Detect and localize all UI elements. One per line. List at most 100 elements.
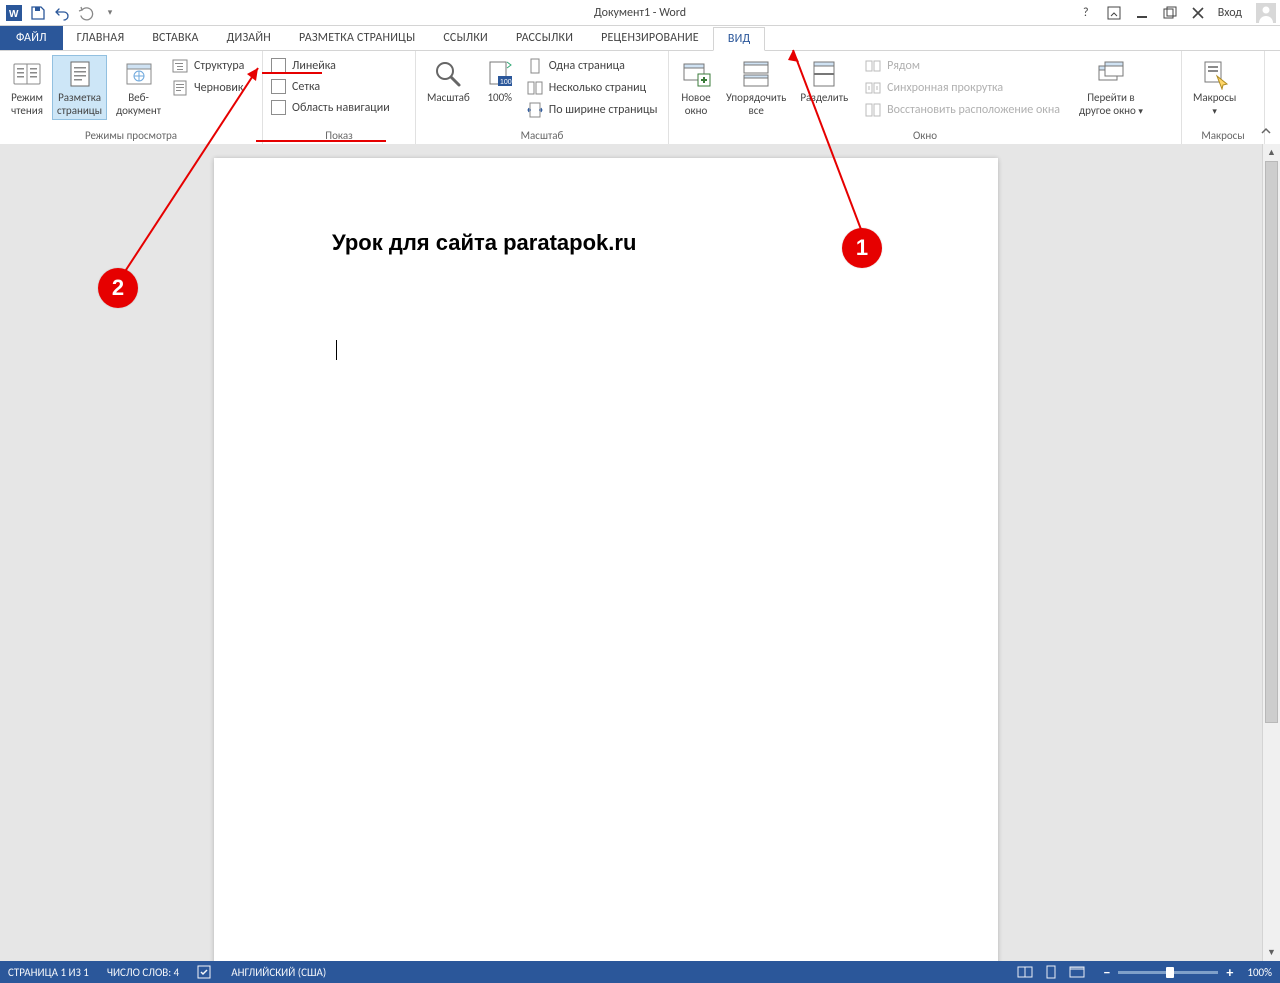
web-layout-button[interactable]: Веб- документ <box>111 55 166 120</box>
group-macros: Макросы▾ Макросы <box>1182 51 1265 145</box>
outline-button[interactable]: Структура <box>170 57 246 75</box>
group-views: Режим чтения Разметка страницы Веб- доку… <box>0 51 263 145</box>
qat-customize-icon[interactable]: ▾ <box>102 5 118 21</box>
zoom-icon <box>432 58 464 90</box>
macros-button[interactable]: Макросы▾ <box>1188 55 1241 120</box>
zoom-slider-thumb[interactable] <box>1166 967 1174 978</box>
outline-icon <box>172 58 188 74</box>
zoom-button[interactable]: Масштаб <box>422 55 475 108</box>
close-icon[interactable] <box>1190 5 1206 21</box>
reset-position-button[interactable]: Восстановить расположение окна <box>863 101 1062 119</box>
sign-in-link[interactable]: Вход <box>1218 6 1242 20</box>
draft-button[interactable]: Черновик <box>170 79 246 97</box>
document-body-text[interactable]: Урок для сайта paratapok.ru <box>332 230 636 256</box>
sync-scroll-button[interactable]: Синхронная прокрутка <box>863 79 1062 97</box>
zoom-in-button[interactable]: + <box>1226 964 1233 981</box>
multi-page-button[interactable]: Несколько страниц <box>525 79 660 97</box>
split-icon <box>808 58 840 90</box>
read-mode-button[interactable]: Режим чтения <box>6 55 48 120</box>
print-layout-shortcut-icon[interactable] <box>1043 964 1059 980</box>
vertical-scrollbar[interactable]: ▲ ▼ <box>1262 144 1280 961</box>
web-layout-icon <box>123 58 155 90</box>
tab-home[interactable]: ГЛАВНАЯ <box>63 26 139 50</box>
print-layout-icon <box>64 58 96 90</box>
minimize-icon[interactable] <box>1134 5 1150 21</box>
redo-icon[interactable] <box>78 5 94 21</box>
side-by-side-button[interactable]: Рядом <box>863 57 1062 75</box>
zoom-100-button[interactable]: 100 100% <box>479 55 521 108</box>
nav-pane-label: Область навигации <box>292 101 390 115</box>
new-window-button[interactable]: Новое окно <box>675 55 717 120</box>
outline-label: Структура <box>194 59 244 73</box>
split-button[interactable]: Разделить <box>795 55 853 108</box>
group-show-title: Показ <box>269 127 409 145</box>
tab-mailings[interactable]: РАССЫЛКИ <box>502 26 587 50</box>
scroll-down-icon[interactable]: ▼ <box>1263 944 1280 961</box>
tab-file[interactable]: ФАЙЛ <box>0 26 63 50</box>
status-word-count[interactable]: ЧИСЛО СЛОВ: 4 <box>107 966 179 979</box>
scroll-thumb[interactable] <box>1265 161 1278 723</box>
draft-icon <box>172 80 188 96</box>
switch-windows-button[interactable]: Перейти в другое окно ▾ <box>1074 55 1148 120</box>
zoom-level[interactable]: 100% <box>1247 966 1272 979</box>
read-mode-icon <box>11 58 43 90</box>
status-proofing-icon[interactable] <box>197 965 213 979</box>
zoom-slider[interactable] <box>1118 971 1218 974</box>
ruler-label: Линейка <box>292 59 336 73</box>
one-page-button[interactable]: Одна страница <box>525 57 660 75</box>
help-icon[interactable]: ? <box>1078 5 1094 21</box>
maximize-icon[interactable] <box>1162 5 1178 21</box>
page-width-button[interactable]: По ширине страницы <box>525 101 660 119</box>
group-macros-title: Макросы <box>1188 127 1258 145</box>
undo-icon[interactable] <box>54 5 70 21</box>
tab-review[interactable]: РЕЦЕНЗИРОВАНИЕ <box>587 26 713 50</box>
page-width-icon <box>527 102 543 118</box>
ribbon-panel: Режим чтения Разметка страницы Веб- доку… <box>0 51 1280 146</box>
tab-insert[interactable]: ВСТАВКА <box>138 26 212 50</box>
gridlines-checkbox[interactable]: Сетка <box>269 78 392 95</box>
print-layout-label: Разметка страницы <box>57 92 102 117</box>
save-icon[interactable] <box>30 5 46 21</box>
group-views-title: Режимы просмотра <box>6 127 256 145</box>
view-shortcut-icons <box>1017 964 1085 980</box>
macros-label: Макросы▾ <box>1193 92 1236 117</box>
web-layout-label: Веб- документ <box>116 92 161 117</box>
page-width-label: По ширине страницы <box>549 103 658 117</box>
arrange-all-button[interactable]: Упорядочить все <box>721 55 791 120</box>
group-show: Линейка Сетка Область навигации Показ <box>263 51 416 145</box>
reset-position-label: Восстановить расположение окна <box>887 103 1060 117</box>
draft-label: Черновик <box>194 81 244 95</box>
sync-scroll-icon <box>865 80 881 96</box>
zoom-100-label: 100% <box>487 92 512 105</box>
zoom-out-button[interactable]: − <box>1103 964 1110 981</box>
read-mode-shortcut-icon[interactable] <box>1017 964 1033 980</box>
switch-windows-label: Перейти в другое окно ▾ <box>1079 92 1143 117</box>
nav-pane-checkbox[interactable]: Область навигации <box>269 99 392 116</box>
tab-view[interactable]: ВИД <box>713 27 766 51</box>
arrange-all-icon <box>740 58 772 90</box>
svg-text:W: W <box>9 9 19 20</box>
web-layout-shortcut-icon[interactable] <box>1069 964 1085 980</box>
print-layout-button[interactable]: Разметка страницы <box>52 55 107 120</box>
tab-design[interactable]: ДИЗАЙН <box>213 26 285 50</box>
tab-references[interactable]: ССЫЛКИ <box>429 26 502 50</box>
sync-scroll-label: Синхронная прокрутка <box>887 81 1003 95</box>
checkbox-icon <box>271 58 286 73</box>
ruler-checkbox[interactable]: Линейка <box>269 57 392 74</box>
quick-access-toolbar: W ▾ Документ1 - Word ? Вход <box>0 0 1280 26</box>
macros-icon <box>1199 58 1231 90</box>
avatar-icon[interactable] <box>1256 3 1276 23</box>
ribbon-display-options-icon[interactable] <box>1106 5 1122 21</box>
scroll-up-icon[interactable]: ▲ <box>1263 144 1280 161</box>
checkbox-icon <box>271 100 286 115</box>
collapse-ribbon-icon[interactable] <box>1260 125 1272 141</box>
one-page-icon <box>527 58 543 74</box>
new-window-icon <box>680 58 712 90</box>
document-workspace: Урок для сайта paratapok.ru ▲ ▼ <box>0 144 1280 961</box>
multi-page-label: Несколько страниц <box>549 81 646 95</box>
status-language[interactable]: АНГЛИЙСКИЙ (США) <box>231 966 326 979</box>
tab-layout[interactable]: РАЗМЕТКА СТРАНИЦЫ <box>285 26 429 50</box>
document-page[interactable]: Урок для сайта paratapok.ru <box>214 158 998 983</box>
new-window-label: Новое окно <box>681 92 710 117</box>
status-page[interactable]: СТРАНИЦА 1 ИЗ 1 <box>8 966 89 979</box>
